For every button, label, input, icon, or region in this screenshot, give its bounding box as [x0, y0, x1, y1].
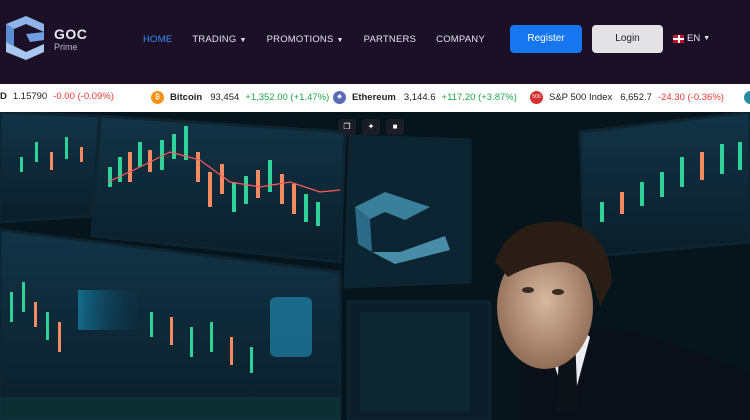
language-label: EN	[687, 33, 701, 44]
ticker-price: 1.15790	[12, 91, 48, 102]
nav-company-label: COMPANY	[436, 34, 485, 45]
logo-mark-icon	[6, 16, 44, 60]
partial-icon	[744, 91, 750, 104]
brand-subtitle: Prime	[54, 42, 78, 52]
chevron-down-icon: ▼	[703, 35, 711, 42]
login-button[interactable]: Login	[592, 25, 663, 53]
nav-home[interactable]: HOME	[143, 34, 172, 45]
ticker-item[interactable]: D 1.15790 -0.00 (-0.09%)	[0, 91, 114, 102]
media-controls: ❐ ✦ ■	[338, 119, 404, 135]
ticker-name: S&P 500 Index	[549, 92, 613, 103]
ticker-item[interactable]: ₿ Bitcoin 93,454 +1,352.00 (+1.47%)	[151, 91, 329, 104]
uk-flag-icon	[673, 34, 684, 43]
ticker-name: D	[0, 91, 7, 102]
ticker-item[interactable]: ◆ Ethereum 3,144.6 +117.20 (+3.87%)	[333, 91, 517, 104]
chevron-down-icon: ▼	[239, 37, 247, 44]
ticker-item[interactable]	[744, 91, 750, 104]
nav-partners-label: PARTNERS	[363, 34, 417, 45]
ticker-name: Ethereum	[352, 92, 396, 103]
nav-trading-label: TRADING	[192, 34, 237, 45]
main-nav: HOME TRADING ▼ PROMOTIONS ▼ PARTNERS COMPA…	[143, 34, 505, 45]
sp500-icon: 500	[530, 91, 543, 104]
nav-partners[interactable]: PARTNERS	[364, 34, 416, 45]
nav-promotions-label: PROMOTIONS	[266, 34, 334, 45]
language-selector[interactable]: EN ▼	[673, 33, 710, 44]
ticker-change: +117.20 (+3.87%)	[441, 92, 517, 103]
ticker-price: 3,144.6	[403, 92, 436, 103]
video-icon[interactable]: ■	[386, 119, 404, 135]
ticker-change: -24.30 (-0.36%)	[657, 92, 724, 103]
nav-company[interactable]: COMPANY	[436, 34, 485, 45]
page: GOC Prime HOME TRADING ▼ PROMOTIONS ▼ PART…	[0, 0, 750, 420]
copy-icon[interactable]: ❐	[338, 119, 356, 135]
trader-monitors-illustration	[0, 112, 750, 420]
brand-logo[interactable]: GOC Prime	[0, 14, 110, 64]
nav-home-label: HOME	[143, 34, 173, 45]
ticker-change: +1,352.00 (+1.47%)	[245, 92, 330, 103]
sparkle-icon[interactable]: ✦	[362, 119, 380, 135]
nav-trading[interactable]: TRADING ▼	[192, 34, 246, 45]
brand-name: GOC	[54, 26, 88, 42]
hero-image: ❐ ✦ ■	[0, 112, 750, 420]
chevron-down-icon: ▼	[336, 37, 344, 44]
bitcoin-icon: ₿	[151, 91, 164, 104]
price-ticker: D 1.15790 -0.00 (-0.09%) ₿ Bitcoin 93,45…	[0, 84, 750, 112]
ticker-price: 93,454	[210, 92, 240, 103]
site-header: GOC Prime HOME TRADING ▼ PROMOTIONS ▼ PART…	[0, 0, 750, 78]
ethereum-icon: ◆	[333, 91, 346, 104]
ticker-price: 6,652.7	[620, 92, 652, 103]
ticker-item[interactable]: 500 S&P 500 Index 6,652.7 -24.30 (-0.36%…	[530, 91, 724, 104]
ticker-name: Bitcoin	[170, 92, 203, 103]
ticker-change: -0.00 (-0.09%)	[53, 91, 114, 102]
register-button[interactable]: Register	[510, 25, 582, 53]
nav-promotions[interactable]: PROMOTIONS ▼	[267, 34, 344, 45]
